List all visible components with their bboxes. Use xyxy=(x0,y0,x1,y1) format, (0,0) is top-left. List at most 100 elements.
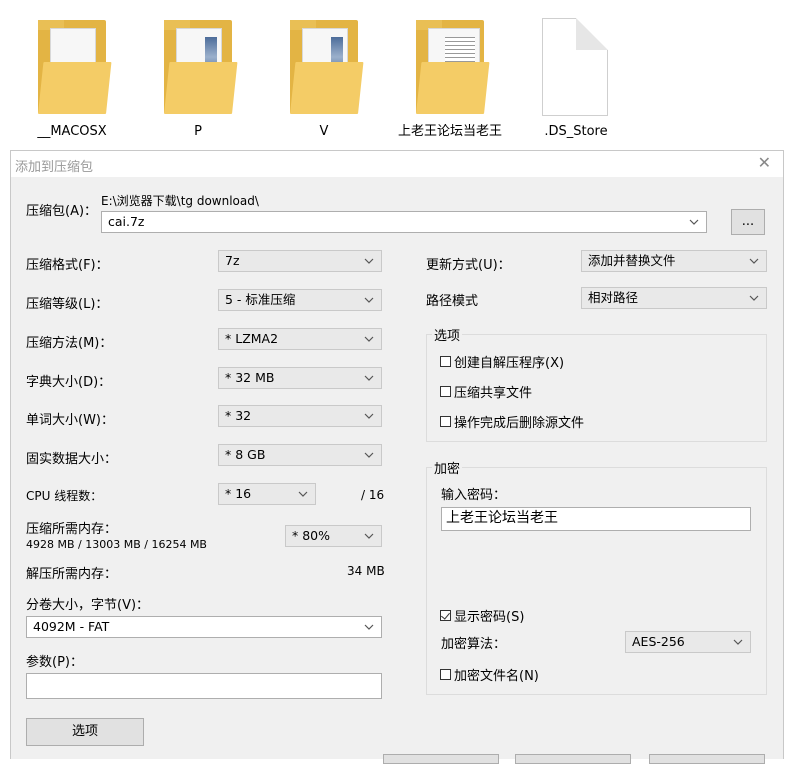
format-value: 7z xyxy=(225,253,240,268)
file-item-macosx[interactable]: __MACOSX xyxy=(12,18,132,140)
chevron-down-icon xyxy=(298,484,310,504)
show-password-checkbox[interactable]: 显示密码(S) xyxy=(440,606,524,625)
path-mode-label: 路径模式 xyxy=(426,294,479,309)
threads-max: / 16 xyxy=(361,488,385,502)
level-label: 压缩等级(L)： xyxy=(26,297,109,312)
options-group-title: 选项 xyxy=(432,325,463,344)
shared-checkbox[interactable]: 压缩共享文件 xyxy=(440,382,532,401)
chevron-down-icon xyxy=(364,526,376,546)
threads-value: * 16 xyxy=(225,486,252,501)
chevron-down-icon xyxy=(364,329,376,349)
password-input[interactable]: 上老王论坛当老王 xyxy=(441,507,751,531)
word-select[interactable]: * 32 xyxy=(218,405,382,427)
params-label: 参数(P)： xyxy=(26,655,83,670)
file-name: V xyxy=(319,124,329,139)
threads-select[interactable]: * 16 xyxy=(218,483,316,505)
file-item-p[interactable]: P xyxy=(138,18,258,140)
help-button[interactable] xyxy=(649,754,765,764)
chevron-down-icon xyxy=(364,406,376,426)
sfx-label: 创建自解压程序(X) xyxy=(454,356,565,371)
show-password-label: 显示密码(S) xyxy=(454,610,525,625)
method-label: 压缩方法(M)： xyxy=(26,336,113,351)
level-select[interactable]: 5 - 标准压缩 xyxy=(218,289,382,311)
chevron-down-icon xyxy=(364,290,376,310)
update-label: 更新方式(U)： xyxy=(426,258,511,273)
file-name: .DS_Store xyxy=(544,124,608,139)
checkbox-box xyxy=(440,669,451,680)
add-to-archive-dialog: 添加到压缩包 ✕ 压缩包(A)： E:\浏览器下载\tg download\ c… xyxy=(10,150,784,764)
word-value: * 32 xyxy=(225,408,252,423)
cancel-button[interactable] xyxy=(515,754,631,764)
options-button[interactable]: 选项 xyxy=(26,718,144,746)
encryption-method-value: AES-256 xyxy=(632,634,685,649)
dict-select[interactable]: * 32 MB xyxy=(218,367,382,389)
file-item-laowang[interactable]: 上老王论坛当老王 xyxy=(390,18,510,140)
dialog-title: 添加到压缩包 xyxy=(15,160,94,175)
mem-decompress-label: 解压所需内存： xyxy=(26,567,118,582)
archive-name-combo[interactable]: cai.7z xyxy=(101,211,707,233)
mem-compress-value: * 80% xyxy=(292,528,331,543)
encrypt-names-label: 加密文件名(N) xyxy=(454,669,539,684)
file-item-ds-store[interactable]: .DS_Store xyxy=(516,18,636,140)
file-name: __MACOSX xyxy=(37,124,107,139)
solid-select[interactable]: * 8 GB xyxy=(218,444,382,466)
file-icon xyxy=(536,18,616,118)
path-mode-select[interactable]: 相对路径 xyxy=(581,287,767,309)
folder-icon xyxy=(284,18,364,118)
level-value: 5 - 标准压缩 xyxy=(225,292,296,307)
solid-value: * 8 GB xyxy=(225,447,266,462)
encryption-method-select[interactable]: AES-256 xyxy=(625,631,751,653)
volume-combo[interactable]: 4092M - FAT xyxy=(26,616,382,638)
chevron-down-icon xyxy=(733,632,745,652)
chevron-down-icon xyxy=(749,288,761,308)
dict-value: * 32 MB xyxy=(225,370,275,385)
mem-compress-select[interactable]: * 80% xyxy=(285,525,382,547)
chevron-down-icon xyxy=(749,251,761,271)
format-label: 压缩格式(F)： xyxy=(26,258,109,273)
mem-compress-label: 压缩所需内存： xyxy=(26,522,118,537)
shared-label: 压缩共享文件 xyxy=(454,386,533,401)
folder-icon xyxy=(410,18,490,118)
params-input[interactable] xyxy=(26,673,382,699)
chevron-down-icon xyxy=(364,368,376,388)
checkbox-box xyxy=(440,356,451,367)
method-select[interactable]: * LZMA2 xyxy=(218,328,382,350)
update-select[interactable]: 添加并替换文件 xyxy=(581,250,767,272)
solid-label: 固实数据大小： xyxy=(26,452,118,467)
delete-source-label: 操作完成后删除源文件 xyxy=(454,416,585,431)
delete-source-checkbox[interactable]: 操作完成后删除源文件 xyxy=(440,412,584,431)
file-name: 上老王论坛当老王 xyxy=(397,124,502,139)
encryption-method-label: 加密算法： xyxy=(441,637,507,652)
dict-label: 字典大小(D)： xyxy=(26,375,112,390)
encryption-group-title: 加密 xyxy=(432,458,463,477)
chevron-down-icon xyxy=(364,617,376,637)
archive-name-value: cai.7z xyxy=(108,214,145,229)
checkbox-box xyxy=(440,416,451,427)
mem-compress-detail: 4928 MB / 13003 MB / 16254 MB xyxy=(26,538,207,551)
mem-decompress-value: 34 MB xyxy=(347,564,385,578)
volume-label: 分卷大小，字节(V)： xyxy=(26,598,150,613)
chevron-down-icon xyxy=(689,212,701,232)
browse-button[interactable]: ... xyxy=(731,209,765,235)
file-list: __MACOSX P V 上老王论坛当老王 .DS_Store xyxy=(0,0,800,150)
file-name: P xyxy=(194,124,202,139)
update-value: 添加并替换文件 xyxy=(588,253,676,268)
folder-icon xyxy=(32,18,112,118)
threads-label: CPU 线程数： xyxy=(26,489,103,503)
checkbox-box xyxy=(440,386,451,397)
checkbox-box xyxy=(440,610,451,621)
encrypt-names-checkbox[interactable]: 加密文件名(N) xyxy=(440,665,539,684)
chevron-down-icon xyxy=(364,445,376,465)
ok-button[interactable] xyxy=(383,754,499,764)
password-label: 输入密码： xyxy=(441,488,507,503)
word-label: 单词大小(W)： xyxy=(26,413,114,428)
path-mode-value: 相对路径 xyxy=(588,290,639,305)
format-select[interactable]: 7z xyxy=(218,250,382,272)
file-item-v[interactable]: V xyxy=(264,18,384,140)
sfx-checkbox[interactable]: 创建自解压程序(X) xyxy=(440,352,564,371)
close-icon[interactable]: ✕ xyxy=(758,153,771,172)
volume-value: 4092M - FAT xyxy=(33,619,110,634)
chevron-down-icon xyxy=(364,251,376,271)
archive-path: E:\浏览器下载\tg download\ xyxy=(101,194,259,208)
method-value: * LZMA2 xyxy=(225,331,279,346)
